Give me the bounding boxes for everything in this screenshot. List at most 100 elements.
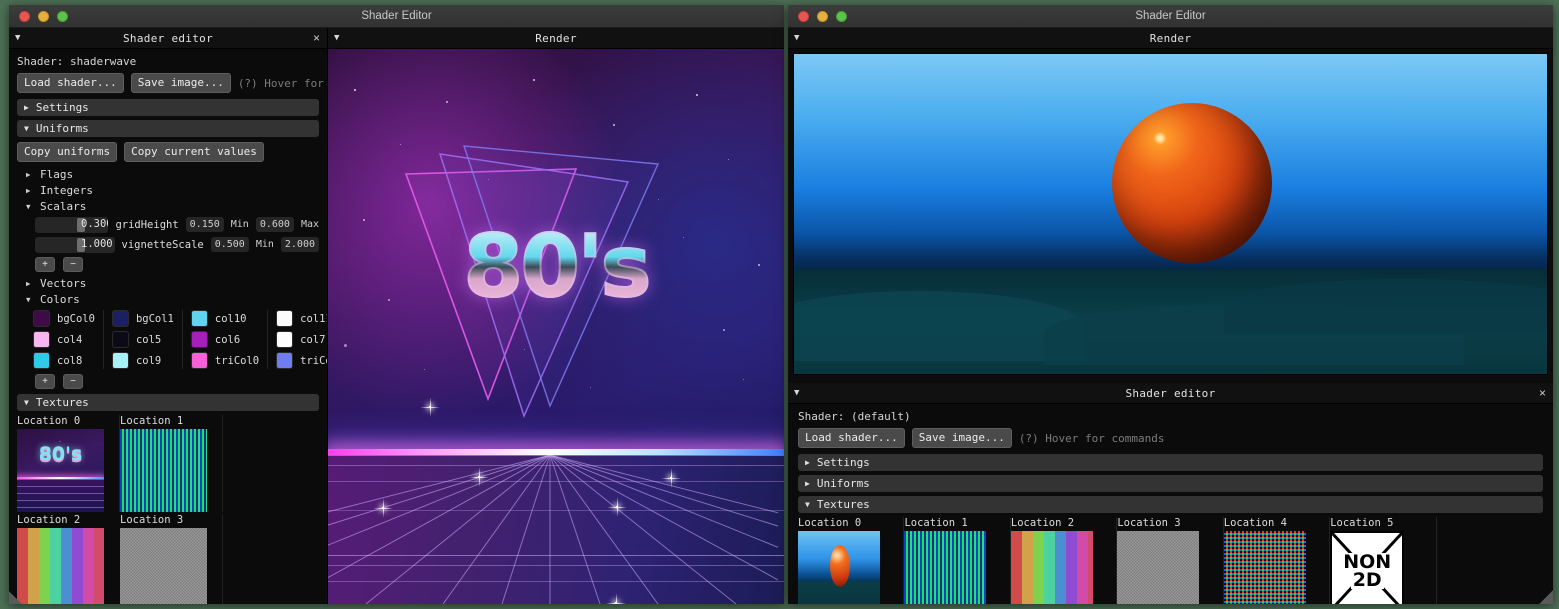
scalar-max-label: Max: [300, 219, 319, 230]
texture-cell[interactable]: Location 4: [1223, 517, 1331, 604]
color-item[interactable]: col10: [190, 310, 259, 327]
zoom-window-button[interactable]: [57, 10, 68, 22]
texture-thumbnail-rgb-noise[interactable]: [1223, 531, 1306, 604]
color-swatch[interactable]: [33, 310, 50, 327]
color-swatch[interactable]: [190, 331, 208, 348]
texture-cell[interactable]: Location 3: [1117, 517, 1224, 604]
section-uniforms[interactable]: ▼ Uniforms: [17, 120, 319, 137]
load-shader-button[interactable]: Load shader...: [798, 428, 905, 448]
color-swatch[interactable]: [33, 331, 50, 348]
texture-cell[interactable]: Location 0 80's: [17, 415, 120, 512]
texture-cell[interactable]: Location 0: [798, 517, 905, 604]
tree-scalars[interactable]: ▼ Scalars: [17, 198, 319, 214]
section-settings[interactable]: ▶ Settings: [798, 454, 1543, 471]
texture-thumbnail-rainbow-chars[interactable]: [1010, 531, 1093, 604]
tree-integers[interactable]: ▶ Integers: [17, 182, 319, 198]
color-item[interactable]: col7: [276, 331, 327, 348]
texture-thumbnail-gray-noise[interactable]: [1117, 531, 1200, 604]
close-window-button[interactable]: [798, 10, 809, 22]
tree-vectors[interactable]: ▶ Vectors: [17, 275, 319, 291]
color-swatch[interactable]: [190, 310, 208, 327]
color-item[interactable]: bgCol0: [33, 310, 95, 327]
grid-sparkle: [607, 497, 627, 517]
color-swatch[interactable]: [276, 331, 294, 348]
color-item[interactable]: col8: [33, 352, 95, 369]
color-swatch[interactable]: [33, 352, 50, 369]
left-render-panel-header[interactable]: ▼ Render: [328, 28, 784, 49]
scalar-min-value[interactable]: 0.500: [210, 237, 249, 252]
colors-column: bgCol0 col4 col8: [33, 310, 104, 369]
texture-cell[interactable]: Location 5 NON 2D: [1330, 517, 1437, 604]
right-traffic-lights[interactable]: [788, 10, 847, 22]
color-label: triCol0: [214, 354, 260, 367]
texture-thumbnail-blue-green-grid[interactable]: [120, 429, 207, 512]
zoom-window-button[interactable]: [836, 10, 847, 22]
color-item[interactable]: triCol0: [190, 352, 260, 369]
load-shader-button[interactable]: Load shader...: [17, 73, 124, 93]
save-image-button[interactable]: Save image...: [911, 428, 1012, 448]
color-swatch[interactable]: [111, 331, 129, 348]
color-item[interactable]: col11: [276, 310, 327, 327]
tree-colors[interactable]: ▼ Colors: [17, 291, 319, 307]
color-item[interactable]: col5: [111, 331, 174, 348]
grid-sparkle: [606, 593, 626, 604]
color-swatch[interactable]: [276, 310, 294, 327]
scalar-slider-gridheight[interactable]: 0.300: [35, 216, 109, 233]
color-swatch[interactable]: [276, 352, 294, 369]
texture-cell[interactable]: Location 1: [120, 415, 223, 512]
chevron-right-icon: ▶: [26, 169, 31, 179]
save-image-button[interactable]: Save image...: [130, 73, 231, 93]
left-window-titlebar[interactable]: Shader Editor: [9, 5, 784, 28]
section-textures[interactable]: ▼ Textures: [798, 496, 1543, 513]
color-item[interactable]: bgCol1: [111, 310, 174, 327]
texture-cell[interactable]: Location 3: [120, 514, 223, 604]
color-label: triCol1: [300, 354, 327, 367]
minimize-window-button[interactable]: [817, 10, 828, 22]
texture-thumbnail-shaderwave[interactable]: 80's: [17, 429, 104, 512]
color-swatch[interactable]: [111, 310, 129, 327]
color-item[interactable]: triCol1: [276, 352, 327, 369]
minimize-window-button[interactable]: [38, 10, 49, 22]
right-window-titlebar[interactable]: Shader Editor: [788, 5, 1553, 28]
color-item[interactable]: col4: [33, 331, 95, 348]
color-item[interactable]: col9: [111, 352, 174, 369]
color-swatch[interactable]: [190, 352, 208, 369]
scalar-max-value[interactable]: 2.000: [280, 237, 319, 252]
add-color-button[interactable]: +: [35, 374, 55, 389]
resize-grip[interactable]: [1539, 590, 1553, 604]
texture-cell[interactable]: Location 2: [17, 514, 120, 604]
section-settings[interactable]: ▶ Settings: [17, 99, 319, 116]
color-item[interactable]: col6: [190, 331, 259, 348]
scalar-slider-vignettescale[interactable]: 1.000: [35, 236, 115, 253]
texture-thumbnail-blue-green-grid[interactable]: [904, 531, 987, 604]
right-render-panel-header[interactable]: ▼ Render: [788, 28, 1553, 49]
scalar-max-value[interactable]: 0.600: [255, 217, 294, 232]
texture-cell[interactable]: Location 1: [904, 517, 1011, 604]
texture-thumbnail-non-2d[interactable]: NON 2D: [1330, 531, 1405, 604]
texture-thumbnail-rainbow-chars[interactable]: [17, 528, 104, 604]
close-icon[interactable]: ×: [1539, 387, 1546, 399]
section-uniforms[interactable]: ▶ Uniforms: [798, 475, 1543, 492]
remove-color-button[interactable]: −: [63, 374, 83, 389]
remove-scalar-button[interactable]: −: [63, 257, 83, 272]
texture-cell[interactable]: Location 2: [1010, 517, 1118, 604]
left-resize-grip[interactable]: [9, 591, 22, 604]
synthwave-render-view[interactable]: 80's: [328, 49, 784, 604]
texture-thumbnail-sphere-scene[interactable]: [798, 531, 880, 604]
left-traffic-lights[interactable]: [9, 10, 68, 22]
right-editor-panel-header[interactable]: ▼ Shader editor ×: [788, 383, 1553, 404]
section-textures[interactable]: ▼ Textures: [17, 394, 319, 411]
left-editor-panel-title: Shader editor: [123, 31, 213, 45]
sphere-render-view[interactable]: [793, 53, 1548, 375]
scalar-min-value[interactable]: 0.150: [185, 217, 224, 232]
color-swatch[interactable]: [111, 352, 129, 369]
left-editor-panel-header[interactable]: ▼ Shader editor ×: [9, 28, 327, 49]
close-window-button[interactable]: [19, 10, 30, 22]
add-scalar-button[interactable]: +: [35, 257, 55, 272]
copy-current-values-button[interactable]: Copy current values: [124, 142, 264, 162]
copy-uniforms-button[interactable]: Copy uniforms: [17, 142, 118, 162]
tree-flags[interactable]: ▶ Flags: [17, 166, 319, 182]
close-icon[interactable]: ×: [313, 32, 320, 44]
texture-thumbnail-gray-noise[interactable]: [120, 528, 207, 604]
texture-label: Location 3: [120, 514, 184, 526]
